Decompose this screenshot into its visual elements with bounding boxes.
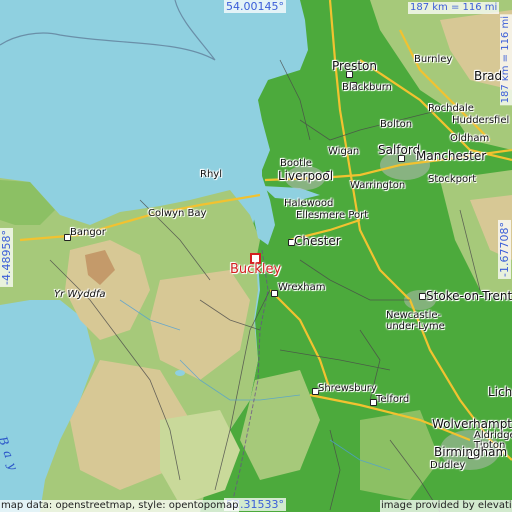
- place-label: Colwyn Bay: [148, 208, 207, 219]
- place-label: Telford: [376, 394, 410, 405]
- scale-right: 187 km = 116 mi: [500, 14, 512, 106]
- place-label: Bolton: [380, 119, 413, 130]
- map-credit: map data: openstreetmap, style: opentopo…: [0, 500, 240, 512]
- place-label: Burnley: [414, 54, 453, 65]
- place-label: Wolverhampton: [432, 417, 512, 431]
- place-label: Stoke-on-Trent: [426, 289, 512, 303]
- place-label: Wigan: [328, 146, 360, 157]
- place-label: Stockport: [428, 174, 477, 185]
- image-credit: image provided by elevationmap.city: [380, 500, 512, 512]
- place-label: Halewood: [284, 198, 334, 209]
- place-label: Salford: [378, 143, 421, 157]
- place-label: Rhyl: [200, 169, 222, 180]
- place-label: Lich: [488, 385, 512, 399]
- focus-label: Buckley: [230, 262, 282, 277]
- place-label: Bangor: [70, 227, 106, 238]
- place-label: Shrewsbury: [318, 383, 377, 394]
- coord-left: -4.48958°: [0, 228, 13, 287]
- place-label: Liverpool: [278, 169, 334, 183]
- place-label: Oldham: [450, 133, 490, 144]
- peak-label: Yr Wyddfa: [54, 289, 106, 300]
- place-label: Preston: [332, 59, 377, 73]
- town-dot: [271, 290, 278, 297]
- place-label: Newcastle-under-Lyme: [386, 310, 445, 332]
- map-view[interactable]: 54.00145° 52.31533° -4.48958° -1.67708° …: [0, 0, 512, 512]
- place-label: Rochdale: [428, 103, 474, 114]
- coord-right: -1.67708°: [498, 220, 511, 279]
- coord-top: 54.00145°: [224, 0, 286, 13]
- place-label: Brad: [474, 69, 503, 83]
- place-label: Huddersfiel: [452, 115, 510, 126]
- place-label: Wrexham: [278, 282, 326, 293]
- place-label: Warrington: [350, 180, 406, 191]
- scale-top: 187 km = 116 mi: [408, 2, 500, 14]
- place-label: Manchester: [416, 149, 487, 163]
- place-label: Birmingham: [434, 445, 508, 459]
- town-dot: [419, 293, 426, 300]
- place-label: Blackburn: [342, 82, 393, 93]
- place-label: Dudley: [430, 460, 466, 471]
- place-label: Ellesmere Port: [296, 210, 369, 221]
- place-label: Chester: [294, 234, 341, 248]
